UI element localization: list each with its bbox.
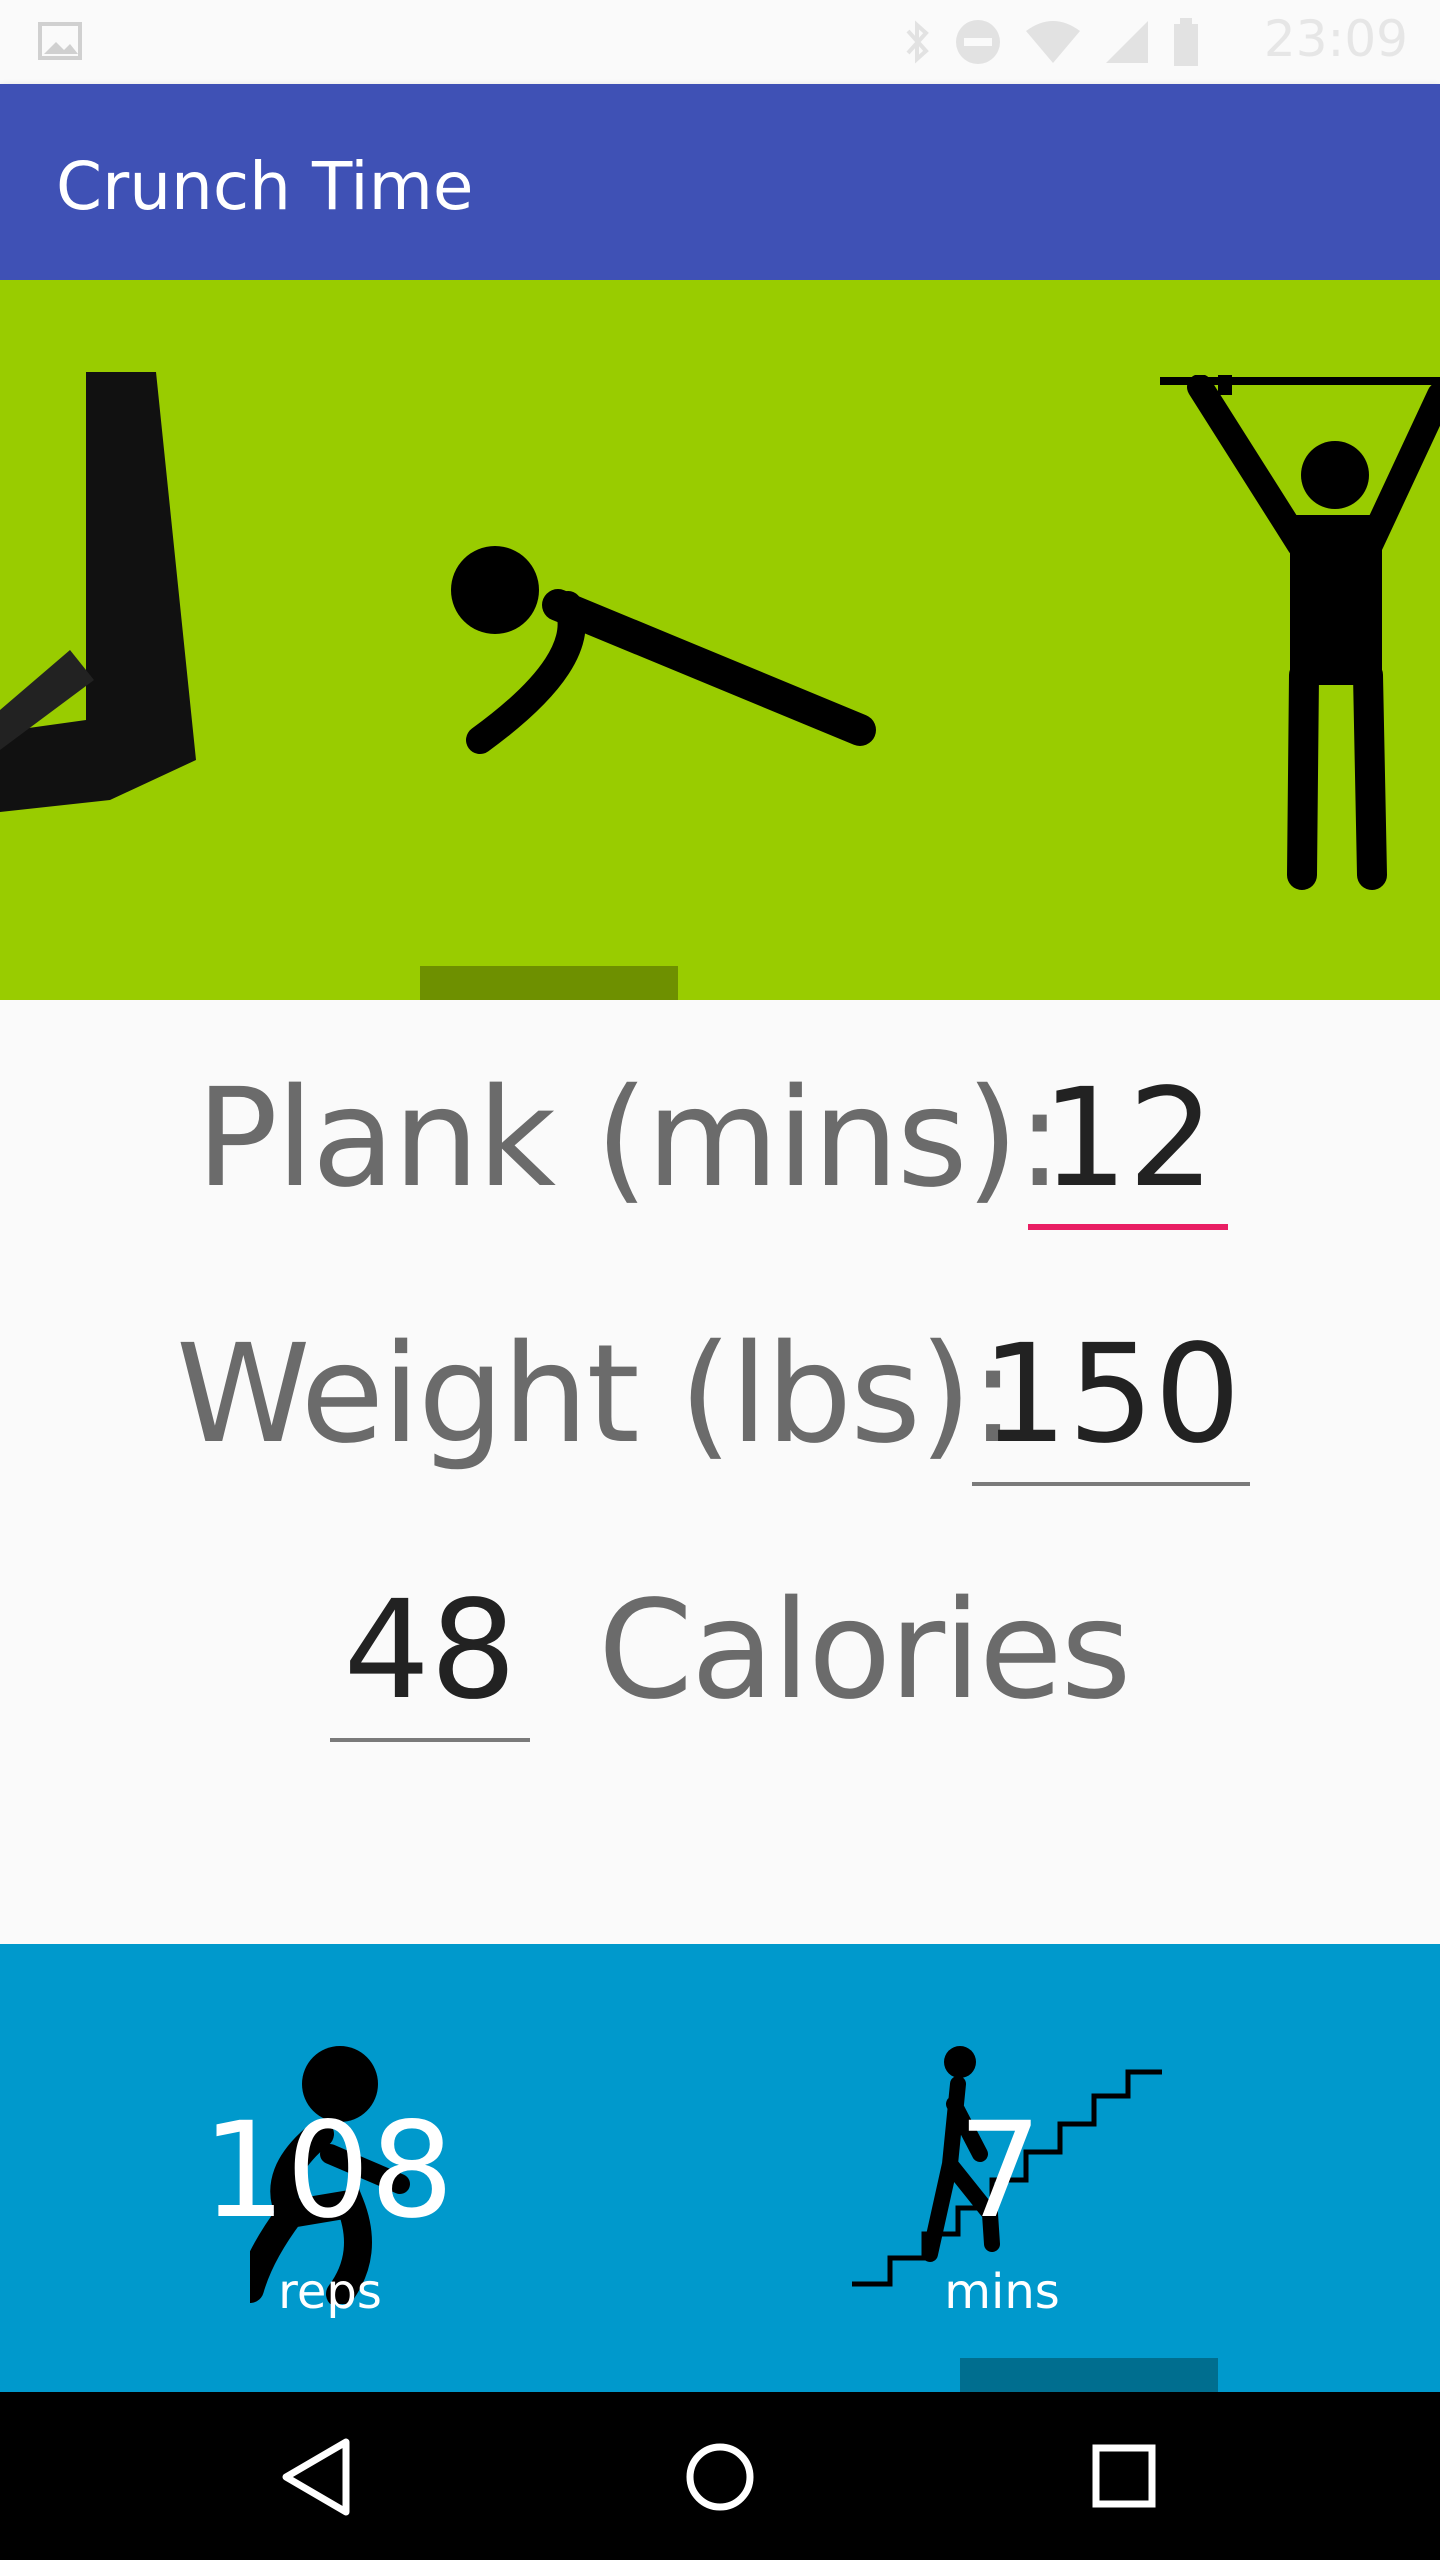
carousel-page-indicator xyxy=(420,966,678,1000)
wifi-icon xyxy=(1026,21,1080,63)
calories-underline xyxy=(330,1738,530,1742)
gallery-icon xyxy=(38,22,82,60)
recents-icon[interactable] xyxy=(1080,2432,1170,2522)
app-title: Crunch Time xyxy=(56,148,474,225)
results-page-indicator xyxy=(960,2358,1218,2392)
stairs-mins-unit: mins xyxy=(944,2264,1060,2320)
pullup-figure xyxy=(1160,375,1440,890)
squats-reps-value: 108 xyxy=(202,2094,454,2248)
stairs-mins-value: 7 xyxy=(958,2094,1042,2248)
plank-input[interactable]: 12 xyxy=(1030,1060,1226,1218)
leg-exercise-figure xyxy=(0,372,196,812)
back-icon[interactable] xyxy=(270,2432,360,2522)
app-bar: Crunch Time xyxy=(0,84,1440,280)
weight-input-underline xyxy=(972,1482,1250,1486)
squats-reps-unit: reps xyxy=(278,2264,382,2320)
status-icons xyxy=(904,18,1200,66)
exercise-carousel[interactable] xyxy=(0,280,1440,1000)
pushup-figure xyxy=(451,546,876,754)
battery-icon xyxy=(1174,18,1198,66)
status-time: 23:09 xyxy=(1263,10,1408,68)
weight-input[interactable]: 150 xyxy=(972,1316,1250,1474)
plank-label: Plank (mins): xyxy=(196,1060,1063,1218)
navigation-bar xyxy=(0,2392,1440,2560)
signal-icon xyxy=(1106,21,1148,63)
home-icon[interactable] xyxy=(675,2432,765,2522)
plank-input-underline xyxy=(1028,1224,1228,1230)
calorie-form: Plank (mins): 12 Weight (lbs): 150 48 Ca… xyxy=(0,1000,1440,1944)
calories-value[interactable]: 48 xyxy=(330,1572,530,1730)
status-bar: 23:09 xyxy=(0,0,1440,84)
bluetooth-icon xyxy=(906,20,929,64)
results-panel[interactable]: 108 reps 7 mins xyxy=(0,1944,1440,2392)
calories-label: Calories xyxy=(598,1572,1132,1730)
weight-label: Weight (lbs): xyxy=(176,1316,1016,1474)
dnd-icon xyxy=(956,20,1000,64)
